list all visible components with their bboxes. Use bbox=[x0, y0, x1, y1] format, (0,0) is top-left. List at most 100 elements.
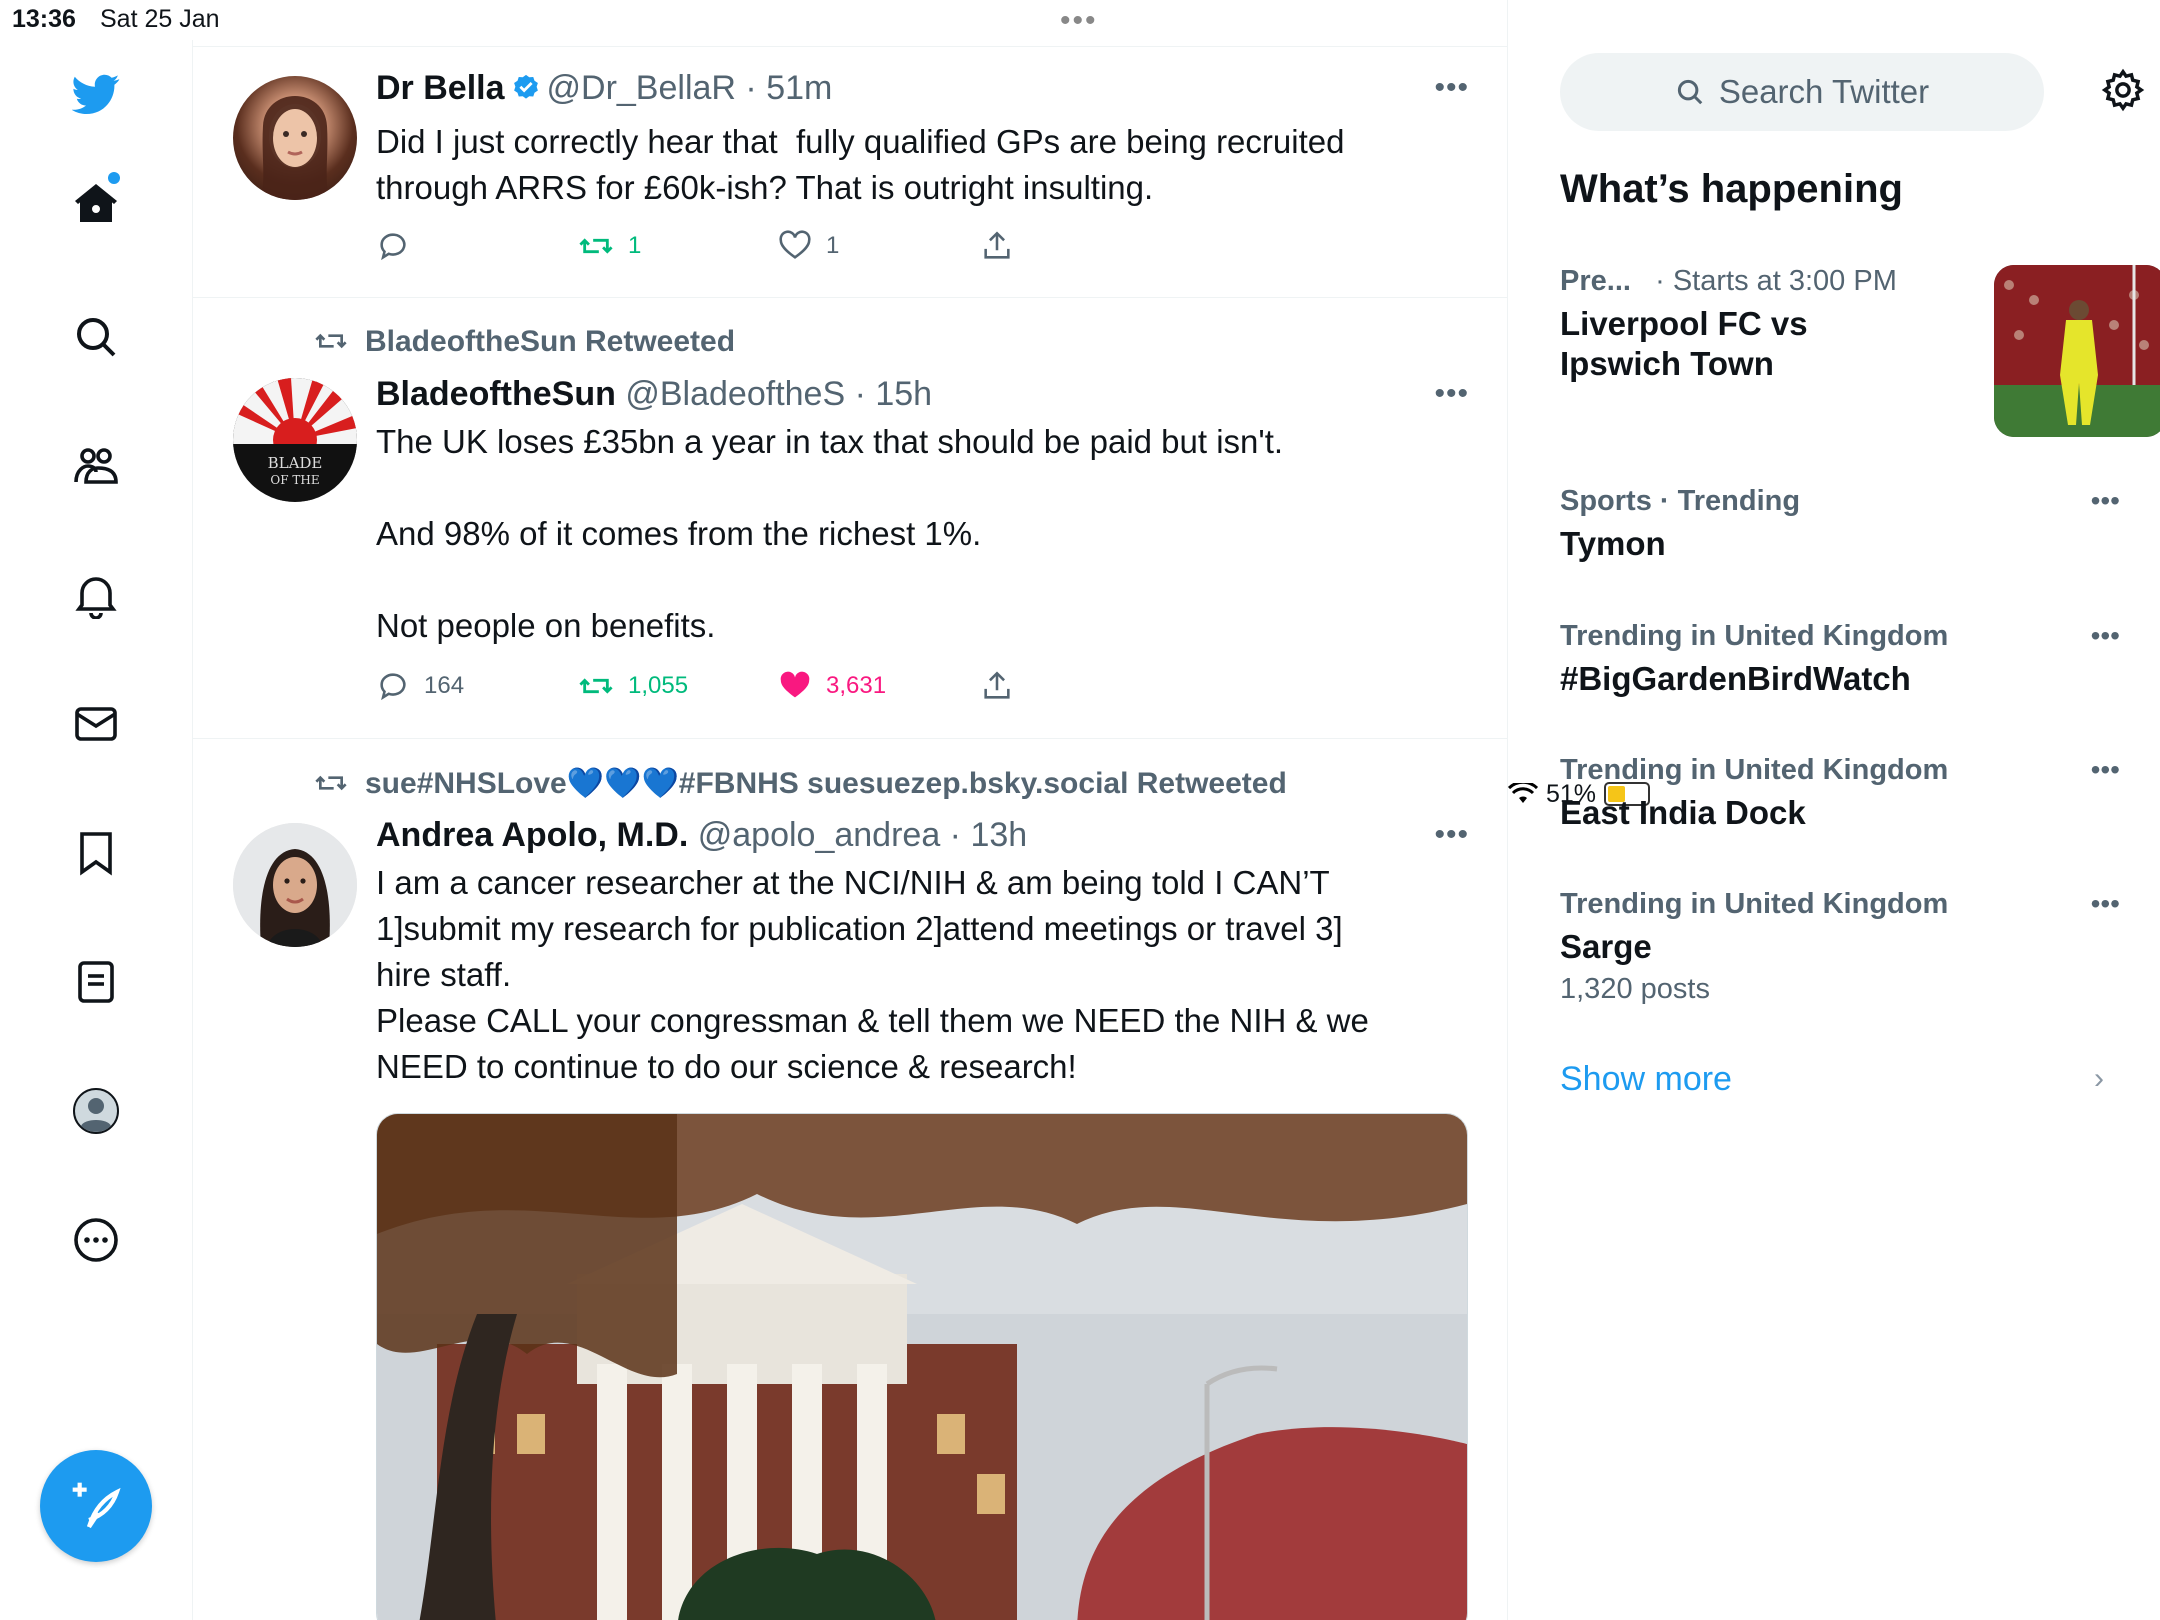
notifications-icon[interactable] bbox=[64, 563, 128, 627]
reply-button[interactable]: 164 bbox=[376, 669, 464, 703]
like-button[interactable]: 1 bbox=[778, 229, 839, 263]
reply-button[interactable] bbox=[376, 229, 424, 263]
bookmarks-icon[interactable] bbox=[64, 821, 128, 885]
author-handle[interactable]: @Dr_BellaR bbox=[547, 69, 736, 107]
share-icon bbox=[984, 671, 1010, 699]
trend-item[interactable]: Trending in United Kingdom Sarge 1,320 p… bbox=[1560, 888, 2120, 1006]
trend-item[interactable]: Pre... · Starts at 3:00 PM Liverpool FC … bbox=[1560, 265, 2160, 445]
trend-context: Trending in United Kingdom bbox=[1560, 754, 1949, 786]
share-button[interactable] bbox=[980, 229, 1014, 263]
avatar-logo-text: BLADE bbox=[268, 454, 323, 472]
author-handle[interactable]: @BladeoftheS bbox=[625, 375, 845, 413]
settings-button[interactable] bbox=[2100, 67, 2146, 118]
gear-icon bbox=[2101, 68, 2145, 112]
reply-icon bbox=[380, 673, 406, 701]
trend-more-button[interactable]: ••• bbox=[2091, 888, 2120, 920]
share-button[interactable] bbox=[980, 669, 1014, 703]
feather-plus-icon bbox=[72, 1482, 121, 1529]
trend-start-time: · Starts at 3:00 PM bbox=[1655, 265, 1897, 297]
like-count: 1 bbox=[826, 232, 840, 259]
retweet-icon bbox=[579, 678, 613, 694]
trend-title: Liverpool FC vs Ipswich Town bbox=[1560, 305, 1808, 382]
more-options-icon[interactable] bbox=[64, 1208, 128, 1272]
retweet-button[interactable]: 1 bbox=[578, 229, 641, 263]
author-name[interactable]: BladeoftheSun bbox=[376, 375, 616, 413]
retweet-context[interactable]: BladeoftheSun Retweeted bbox=[313, 325, 735, 359]
trend-title: East India Dock bbox=[1560, 794, 1806, 831]
tweet-more-button[interactable]: ••• bbox=[1434, 71, 1469, 105]
trend-item[interactable]: Sports · Trending Tymon ••• bbox=[1560, 485, 2120, 564]
trend-item[interactable]: Trending in United Kingdom #BigGardenBir… bbox=[1560, 620, 2120, 699]
author-name[interactable]: Dr Bella bbox=[376, 69, 505, 107]
tweet-text: I am a cancer researcher at the NCI/NIH … bbox=[376, 864, 1369, 1085]
search-icon[interactable] bbox=[64, 305, 128, 369]
trend-title: Sarge bbox=[1560, 928, 1652, 965]
tweet-text: Did I just correctly hear that fully qua… bbox=[376, 123, 1354, 206]
retweet-context[interactable]: sue#NHSLove💙💙💙#FBNHS suesuezep.bsky.soci… bbox=[313, 766, 1287, 801]
svg-text:OF THE: OF THE bbox=[270, 473, 319, 487]
author-handle[interactable]: @apolo_andrea bbox=[698, 816, 940, 854]
compose-tweet-button[interactable] bbox=[40, 1450, 152, 1562]
retweet-icon bbox=[579, 238, 613, 254]
tweet-header: Andrea Apolo, M.D. @apolo_andrea · 13h bbox=[376, 816, 1028, 854]
trend-title: Tymon bbox=[1560, 525, 1666, 562]
tweet-actions: 164 1,055 3,631 bbox=[376, 669, 1076, 709]
avatar[interactable] bbox=[233, 76, 357, 200]
reply-icon bbox=[380, 233, 406, 261]
search-icon bbox=[1677, 79, 1703, 105]
sidebar bbox=[0, 40, 193, 1620]
avatar[interactable]: BLADE OF THE bbox=[233, 378, 357, 502]
lists-icon[interactable] bbox=[64, 950, 128, 1014]
tweet[interactable]: BladeoftheSun Retweeted BLADE OF THE Bla… bbox=[193, 297, 1507, 739]
heart-outline-icon bbox=[779, 230, 811, 259]
trend-context: Pre... bbox=[1560, 265, 1631, 297]
timeline[interactable]: Dr Bella @Dr_BellaR · 51m ••• Did I just … bbox=[193, 0, 1508, 1620]
tweet-header: Dr Bella @Dr_BellaR · 51m bbox=[376, 69, 833, 107]
retweet-count: 1 bbox=[628, 232, 642, 259]
trend-post-count: 1,320 posts bbox=[1560, 973, 1710, 1005]
like-count: 3,631 bbox=[826, 672, 887, 699]
reply-count: 164 bbox=[424, 672, 465, 699]
trend-title: #BigGardenBirdWatch bbox=[1560, 660, 1911, 697]
like-button[interactable]: 3,631 bbox=[778, 669, 886, 703]
tweet-header: BladeoftheSun @BladeoftheS · 15h bbox=[376, 375, 933, 413]
trend-more-button[interactable]: ••• bbox=[2091, 485, 2120, 517]
retweet-context-label: sue#NHSLove💙💙💙#FBNHS suesuezep.bsky.soci… bbox=[365, 767, 1287, 800]
trend-image[interactable] bbox=[1994, 265, 2160, 437]
tweet[interactable]: sue#NHSLove💙💙💙#FBNHS suesuezep.bsky.soci… bbox=[193, 738, 1507, 1620]
author-name[interactable]: Andrea Apolo, M.D. bbox=[376, 816, 688, 854]
tweet-media-image[interactable] bbox=[376, 1113, 1468, 1620]
tweet-time[interactable]: 15h bbox=[875, 375, 932, 413]
trend-context: Sports · Trending bbox=[1560, 485, 1801, 517]
trend-more-button[interactable]: ••• bbox=[2091, 754, 2120, 786]
avatar[interactable] bbox=[233, 823, 357, 947]
messages-icon[interactable] bbox=[64, 692, 128, 756]
status-time: 13:36 bbox=[12, 5, 76, 33]
share-icon bbox=[984, 231, 1010, 259]
retweet-context-icon bbox=[315, 775, 347, 791]
heart-filled-icon bbox=[780, 671, 810, 698]
tweet-time[interactable]: 13h bbox=[970, 816, 1027, 854]
profile-avatar-icon[interactable] bbox=[64, 1079, 128, 1143]
trend-more-button[interactable]: ••• bbox=[2091, 620, 2120, 652]
trend-context: Trending in United Kingdom bbox=[1560, 620, 1949, 652]
tweet[interactable]: Dr Bella @Dr_BellaR · 51m ••• Did I just … bbox=[193, 47, 1507, 298]
trend-item[interactable]: Trending in United Kingdom East India Do… bbox=[1560, 754, 2120, 833]
retweet-context-label: BladeoftheSun Retweeted bbox=[365, 325, 736, 358]
trends-title: What’s happening bbox=[1560, 167, 1903, 211]
retweet-context-icon bbox=[315, 333, 347, 349]
twitter-logo-icon[interactable] bbox=[64, 62, 128, 126]
communities-icon[interactable] bbox=[64, 434, 128, 498]
trend-context: Trending in United Kingdom bbox=[1560, 888, 1949, 920]
tweet-more-button[interactable]: ••• bbox=[1434, 818, 1469, 852]
search-placeholder: Search Twitter bbox=[1718, 73, 1930, 110]
right-sidebar: Search Twitter What’s happening Pre... ·… bbox=[1508, 40, 2160, 1620]
retweet-count: 1,055 bbox=[628, 672, 689, 699]
tweet-time[interactable]: 51m bbox=[766, 69, 832, 107]
verified-badge-icon bbox=[513, 74, 538, 99]
retweet-button[interactable]: 1,055 bbox=[578, 669, 688, 703]
show-more-link[interactable]: Show more bbox=[1560, 1060, 1732, 1099]
search-input[interactable]: Search Twitter bbox=[1560, 53, 2044, 131]
tweet-text: The UK loses £35bn a year in tax that sh… bbox=[376, 423, 1284, 644]
tweet-more-button[interactable]: ••• bbox=[1434, 377, 1469, 411]
